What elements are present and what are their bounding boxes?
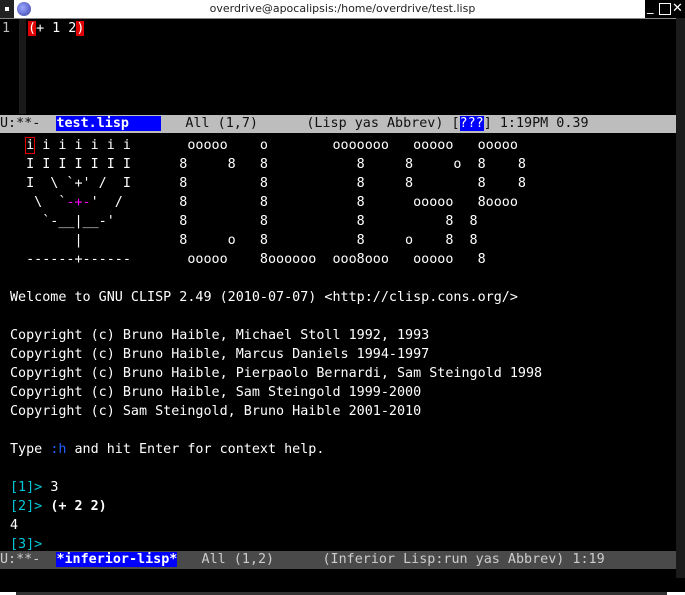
modeline-test-lisp[interactable]: U:**- test.lisp All (1,7) (Lisp yas Abbr… [0, 115, 676, 133]
copyright-line: Copyright (c) Bruno Haible, Sam Steingol… [10, 385, 422, 400]
window-controls: _ ✕ [645, 0, 685, 18]
scrollbar[interactable] [676, 18, 685, 578]
help-line: Type :h and hit Enter for context help. [10, 440, 542, 459]
modeline-time: ] 1:19PM 0.39 [483, 116, 589, 131]
modeline-unknown: ??? [459, 116, 484, 131]
copyright-line: Copyright (c) Bruno Haible, Pierpaolo Be… [10, 366, 543, 381]
maximize-button[interactable] [659, 3, 671, 15]
repl-prompt: [2]> [10, 499, 51, 514]
line-number: 1 [2, 21, 11, 36]
window-titlebar: overdrive@apocalipsis:/home/overdrive/te… [0, 0, 685, 19]
modeline-info: All (1,2) (Inferior Lisp:run yas Abbrev)… [177, 552, 605, 567]
repl-prompt: [1]> [10, 480, 51, 495]
inferior-lisp-buffer[interactable]: i i i i i i i ooooo o ooooooo ooooo oooo… [10, 136, 542, 554]
editor-buffer-text[interactable]: (+ 1 2) [28, 21, 85, 36]
banner-magenta: -+- [66, 195, 91, 210]
paren-match-close: ) [76, 21, 85, 36]
code-text: + 1 2 [36, 21, 77, 36]
cursor: i [25, 137, 36, 154]
banner-text: i i i i i i ooooo o ooooooo ooooo ooooo [34, 138, 518, 153]
banner-line: \ `-+-' / 8 8 8 ooooo 8oooo [10, 193, 542, 212]
modeline-buffer-name[interactable]: *inferior-lisp* [56, 552, 178, 567]
modeline-status: U:**- [0, 552, 57, 567]
help-command: :h [50, 442, 67, 457]
banner-line: `-__|__-' 8 8 8 8 8 [10, 214, 478, 229]
modeline-inferior-lisp[interactable]: U:**- *inferior-lisp* All (1,2) (Inferio… [0, 551, 676, 569]
repl-line: [1]> 3 [10, 478, 542, 497]
fringe [19, 19, 26, 114]
copyright-line: Copyright (c) Sam Steingold, Bruno Haibl… [10, 404, 422, 419]
banner-text: \ ` [10, 195, 67, 210]
help-text: Type [10, 442, 51, 457]
modeline-status: U:**- [0, 116, 57, 131]
paren-match-open: ( [28, 21, 37, 36]
repl-line: [2]> (+ 2 2) [10, 497, 542, 516]
minimize-button[interactable]: _ [647, 1, 654, 15]
banner-pad [10, 138, 26, 153]
close-button[interactable]: ✕ [672, 2, 683, 16]
banner-line: I \ `+' / I 8 8 8 8 8 8 [10, 176, 526, 191]
modeline-position: All (1,7) (Lisp yas Abbrev) [ [161, 116, 460, 131]
copyright-line: Copyright (c) Bruno Haible, Marcus Danie… [10, 347, 430, 362]
repl-input: 3 [50, 480, 59, 495]
repl-output: 4 [10, 518, 19, 533]
banner-line: I I I I I I I 8 8 8 8 8 o 8 8 [10, 157, 526, 172]
modeline-buffer-name[interactable]: test.lisp [56, 116, 162, 131]
banner-line: ------+------ ooooo 8oooooo ooo8ooo oooo… [10, 252, 486, 267]
repl-input: (+ 2 2) [50, 499, 107, 514]
banner-text: ' / 8 8 8 ooooo 8oooo [90, 195, 518, 210]
window-title: overdrive@apocalipsis:/home/overdrive/te… [209, 2, 476, 15]
repl-prompt: [3]> [10, 537, 51, 552]
copyright-line: Copyright (c) Bruno Haible, Michael Stol… [10, 328, 430, 343]
banner-line: i i i i i i i ooooo o ooooooo ooooo oooo… [10, 136, 542, 155]
banner-line: | 8 o 8 8 o 8 8 [10, 233, 478, 248]
welcome-text: Welcome to GNU CLISP 2.49 (2010-07-07) <… [10, 290, 518, 305]
help-text: and hit Enter for context help. [66, 442, 325, 457]
